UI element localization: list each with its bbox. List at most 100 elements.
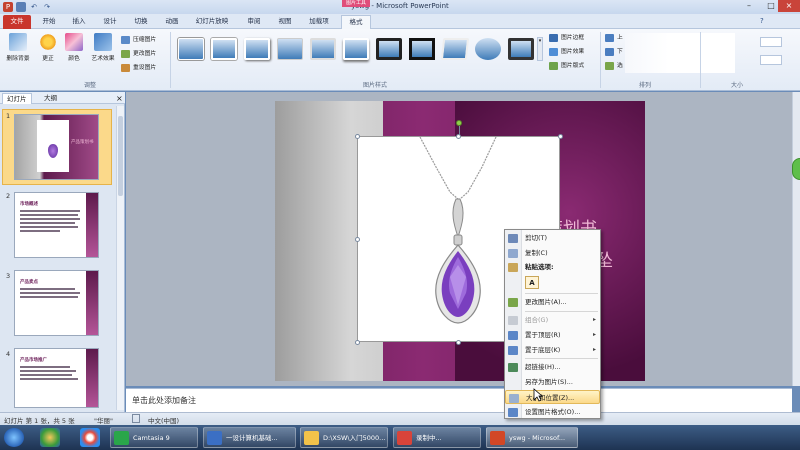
menu-bring-to-front[interactable]: 置于顶层(R) ▸ [505, 328, 600, 342]
slide-thumbnail-3[interactable]: 产品卖点 [14, 270, 99, 336]
slide-thumbnail-4[interactable]: 产品市场推广 [14, 348, 99, 408]
tab-slides[interactable]: 幻灯片 [2, 93, 32, 104]
menu-cut[interactable]: 剪切(T) [505, 231, 600, 245]
selection-pane-button[interactable]: 选 [605, 61, 623, 71]
send-back-icon [508, 346, 518, 355]
artistic-effects-icon [94, 33, 112, 51]
picture-effects-button[interactable]: 图片效果 [549, 47, 584, 57]
taskbar-browser[interactable]: 一设计算机基础... [203, 427, 296, 448]
slide-thumbnail-1[interactable]: 产品策划书 [14, 114, 99, 180]
tab-transitions[interactable]: 切换 [128, 15, 154, 29]
tab-file[interactable]: 文件 [3, 15, 31, 29]
color-button[interactable]: 颜色 [62, 33, 86, 62]
remove-background-button[interactable]: 删除背景 [2, 33, 34, 62]
thumb-title: 市场概述 [20, 202, 38, 207]
close-panel-icon[interactable]: × [112, 93, 127, 104]
gallery-more-button[interactable]: ▾ [537, 37, 543, 61]
tab-addins[interactable]: 加载项 [303, 15, 335, 29]
width-input[interactable] [760, 55, 782, 65]
spell-check-icon[interactable] [132, 414, 140, 423]
resize-handle-s[interactable] [456, 340, 461, 345]
menu-send-to-back[interactable]: 置于底层(K) ▸ [505, 343, 600, 357]
resize-handle-sw[interactable] [355, 340, 360, 345]
resize-handle-ne[interactable] [558, 134, 563, 139]
picture-style-3[interactable] [244, 38, 270, 60]
mouse-cursor-icon [533, 388, 543, 402]
reset-picture-button[interactable]: 重设图片 [121, 63, 156, 73]
tab-outline[interactable]: 大纲 [40, 93, 61, 104]
ribbon: 删除背景 更正 颜色 艺术效果 压缩图片 更改图片 重设图片 调整 ▾ 图片边框… [0, 29, 800, 91]
send-backward-button[interactable]: 下 [605, 47, 623, 57]
menu-hyperlink[interactable]: 超链接(H)... [505, 360, 600, 374]
picture-layout-button[interactable]: 图片版式 [549, 61, 584, 71]
help-icon[interactable]: ? [760, 17, 764, 25]
scissors-icon [508, 234, 518, 243]
scroll-thumb[interactable] [118, 116, 123, 196]
sun-icon [39, 33, 57, 51]
paste-keep-text-button[interactable]: A [525, 276, 539, 289]
tab-view[interactable]: 视图 [272, 15, 298, 29]
taskbar-recording[interactable]: 录制中... [393, 427, 481, 448]
side-tool-button[interactable] [792, 158, 800, 180]
compress-pictures-button[interactable]: 压缩图片 [121, 35, 156, 45]
send-backward-icon [605, 48, 614, 56]
picture-style-7[interactable] [376, 38, 402, 60]
tab-design[interactable]: 设计 [97, 15, 123, 29]
start-button[interactable] [4, 428, 24, 447]
notes-pane[interactable]: 单击此处添加备注 [126, 388, 792, 412]
resize-handle-nw[interactable] [355, 134, 360, 139]
picture-style-1[interactable] [178, 38, 204, 60]
tab-slideshow[interactable]: 幻灯片放映 [189, 15, 235, 29]
taskbar-app-icon-1[interactable] [40, 428, 60, 447]
notes-placeholder: 单击此处添加备注 [132, 396, 196, 405]
taskbar-powerpoint[interactable]: yswg - Microsof... [486, 427, 578, 448]
taskbar-app-icon-2[interactable] [80, 428, 100, 447]
picture-style-10[interactable] [475, 38, 501, 60]
picture-border-button[interactable]: 图片边框 [549, 33, 584, 43]
taskbar-explorer[interactable]: D:\XSW\入门5000... [300, 427, 388, 448]
corrections-button[interactable]: 更正 [36, 33, 60, 62]
picture-style-9[interactable] [440, 38, 470, 60]
rotate-handle[interactable] [456, 120, 462, 126]
change-picture-icon [121, 50, 130, 58]
selection-icon [605, 62, 614, 70]
menu-copy[interactable]: 复制(C) [505, 246, 600, 260]
picture-style-5[interactable] [310, 38, 336, 60]
close-button[interactable]: × [778, 0, 800, 12]
menu-size-and-position[interactable]: 大小和位置(Z)... [505, 390, 600, 404]
menu-group[interactable]: 组合(G) ▸ [505, 313, 600, 327]
height-input[interactable] [760, 37, 782, 47]
camtasia-icon [114, 431, 129, 445]
context-menu: 剪切(T) 复制(C) 粘贴选项: A 更改图片(A)... 组合(G) ▸ 置于… [504, 229, 601, 419]
picture-style-8[interactable] [409, 38, 435, 60]
picture-style-6[interactable] [343, 38, 369, 60]
picture-style-4[interactable] [277, 38, 303, 60]
tab-home[interactable]: 开始 [36, 15, 62, 29]
taskbar-camtasia[interactable]: Camtasia 9 [110, 427, 198, 448]
menu-save-as-picture[interactable]: 另存为图片(S)... [505, 375, 600, 389]
slide-thumbnail-2[interactable]: 市场概述 [14, 192, 99, 258]
tab-review[interactable]: 审阅 [241, 15, 267, 29]
picture-styles-group-label: 图片样式 [362, 82, 387, 89]
picture-style-2[interactable] [211, 38, 237, 60]
editor-scrollbar[interactable] [792, 92, 800, 386]
submenu-arrow-icon: ▸ [592, 346, 596, 353]
group-icon [508, 316, 518, 325]
menu-format-picture[interactable]: 设置图片格式(O)... [505, 405, 600, 419]
minimize-button[interactable]: – [738, 0, 760, 12]
picture-style-11[interactable] [508, 38, 534, 60]
bring-forward-button[interactable]: 上 [605, 33, 623, 43]
slide-number: 2 [6, 192, 11, 200]
change-picture-button[interactable]: 更改图片 [121, 49, 156, 59]
tab-animations[interactable]: 动画 [159, 15, 185, 29]
artistic-effects-button[interactable]: 艺术效果 [88, 33, 118, 62]
tab-format[interactable]: 格式 [341, 15, 371, 29]
menu-change-picture[interactable]: 更改图片(A)... [505, 295, 600, 309]
slide-number: 4 [6, 350, 11, 358]
tab-insert[interactable]: 插入 [66, 15, 92, 29]
copy-icon [508, 249, 518, 258]
picture-tools-label: 图片工具 [342, 0, 370, 7]
resize-handle-n[interactable] [456, 134, 461, 139]
panel-scrollbar[interactable] [116, 106, 124, 410]
resize-handle-w[interactable] [355, 237, 360, 242]
